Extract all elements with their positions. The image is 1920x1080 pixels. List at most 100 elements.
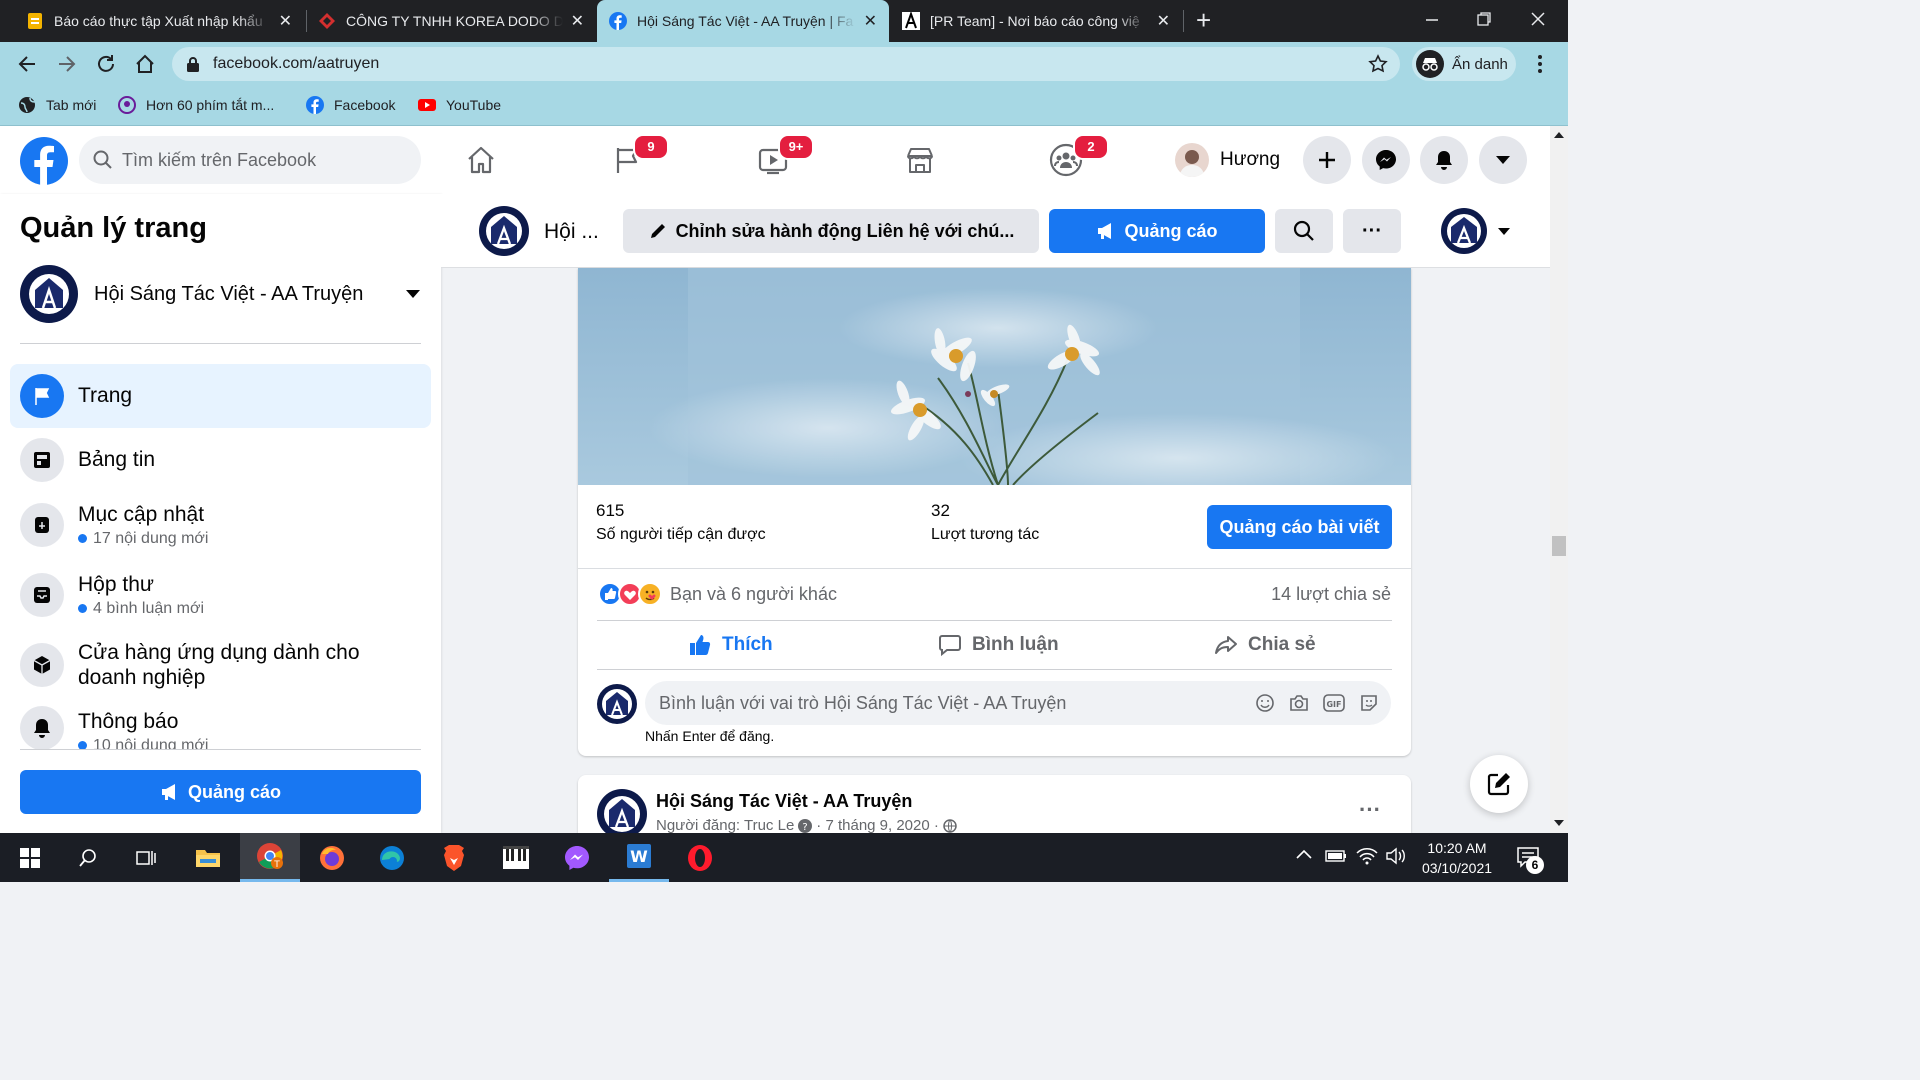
bookmark-tab-moi[interactable]: Tab mới	[18, 94, 96, 116]
like-button[interactable]: Thích	[688, 620, 773, 670]
chrome-menu-icon[interactable]	[1536, 53, 1544, 75]
nav-groups[interactable]: 2	[1011, 126, 1121, 194]
comment-button[interactable]: Bình luận	[938, 620, 1059, 670]
caret-down-icon[interactable]	[1497, 227, 1511, 236]
action-center-button[interactable]: 6	[1516, 846, 1544, 874]
taskbar-search-button[interactable]	[58, 833, 118, 882]
gif-icon[interactable]: GIF	[1323, 693, 1345, 713]
incognito-icon	[1416, 50, 1444, 78]
page-switcher[interactable]: Hội Sáng Tác Việt - AA Truyện	[20, 264, 421, 324]
nav-home[interactable]	[426, 126, 536, 194]
sticker-icon[interactable]	[1359, 693, 1379, 713]
address-bar[interactable]: facebook.com/aatruyen	[172, 47, 1400, 81]
nav-pages[interactable]: 9	[573, 126, 683, 194]
sidebar-item-label: Thông báo	[78, 710, 179, 733]
nav-marketplace[interactable]	[865, 126, 975, 194]
piano-app-button[interactable]	[486, 833, 546, 882]
tab-pr-team[interactable]: [PR Team] - Nơi báo cáo công việ ✕	[890, 0, 1182, 42]
tab-hoi-sang-tac-viet[interactable]: Hội Sáng Tác Việt - AA Truyện | Fa ✕	[597, 0, 889, 42]
bookmark-phim-tat[interactable]: Hơn 60 phím tắt m...	[118, 94, 274, 116]
show-hidden-icons[interactable]	[1296, 849, 1312, 859]
tab-bao-cao[interactable]: Báo cáo thực tập Xuất nhập khẩu ✕	[14, 0, 304, 42]
share-button[interactable]: Chia sẻ	[1214, 620, 1316, 670]
chrome-taskbar-button[interactable]: T	[240, 833, 300, 882]
volume-icon[interactable]	[1385, 847, 1407, 865]
sidebar-item-bang-tin[interactable]: Bảng tin	[10, 428, 431, 492]
keyboard-site-icon	[118, 96, 136, 114]
help-icon[interactable]: ?	[798, 818, 813, 833]
messenger-button[interactable]	[1362, 136, 1410, 184]
new-message-button[interactable]	[1470, 755, 1528, 813]
restore-icon[interactable]	[1476, 11, 1492, 27]
post-more-button[interactable]: ···	[1359, 797, 1381, 823]
brave-taskbar-button[interactable]	[424, 833, 484, 882]
facebook-logo-icon[interactable]	[20, 137, 68, 185]
tab-close-icon[interactable]: ✕	[571, 11, 584, 31]
bookmark-youtube[interactable]: YouTube	[418, 94, 501, 116]
minimize-icon[interactable]	[1424, 12, 1440, 28]
tab-close-icon[interactable]: ✕	[279, 11, 292, 31]
sidebar-item-app-store[interactable]: Cửa hàng ứng dụng dành cho doanh nghiệp	[10, 634, 431, 696]
shares-count[interactable]: 14 lượt chia sẻ	[1271, 584, 1391, 605]
clock[interactable]: 10:20 AM 03/10/2021	[1414, 838, 1500, 878]
manage-page-sidebar: Quản lý trang Hội Sáng Tác Việt - AA Tru…	[0, 194, 441, 833]
post-image[interactable]: ~	[578, 268, 1411, 485]
word-taskbar-button[interactable]: W	[609, 833, 669, 882]
firefox-taskbar-button[interactable]	[302, 833, 362, 882]
back-icon[interactable]	[16, 53, 38, 75]
scrollbar-thumb[interactable]	[1552, 536, 1566, 556]
reload-icon[interactable]	[95, 53, 117, 75]
profile-shortcut[interactable]: Hương	[1175, 140, 1280, 180]
camera-icon[interactable]	[1289, 693, 1309, 713]
sidebar-item-trang[interactable]: Trang	[10, 364, 431, 428]
fb-search-input[interactable]: Tìm kiếm trên Facebook	[79, 136, 421, 184]
messenger-taskbar-button[interactable]	[547, 833, 607, 882]
start-button[interactable]	[0, 833, 60, 882]
emoji-icon[interactable]	[1255, 693, 1275, 713]
new-tab-button[interactable]: +	[1196, 6, 1211, 34]
page-avatar[interactable]	[597, 789, 647, 839]
post-date[interactable]: 7 tháng 9, 2020	[825, 817, 929, 834]
create-button[interactable]	[1303, 136, 1351, 184]
nav-watch[interactable]: 9+	[718, 126, 828, 194]
forward-icon[interactable]	[56, 53, 78, 75]
opera-taskbar-button[interactable]	[670, 833, 730, 882]
edge-icon	[378, 844, 406, 872]
tab-korea-dodo[interactable]: CÔNG TY TNHH KOREA DODO D ✕	[306, 0, 596, 42]
comment-input[interactable]: Bình luận với vai trò Hội Sáng Tác Việt …	[645, 681, 1391, 725]
sidebar-ad-button[interactable]: Quảng cáo	[20, 770, 421, 814]
edit-contact-action-button[interactable]: Chỉnh sửa hành động Liên hệ với chú...	[623, 209, 1039, 253]
post-author[interactable]: Hội Sáng Tác Việt - AA Truyện	[656, 791, 912, 812]
notifications-button[interactable]	[1420, 136, 1468, 184]
page-avatar	[20, 265, 78, 323]
tab-close-icon[interactable]: ✕	[1157, 11, 1170, 31]
page-scrollbar[interactable]	[1550, 126, 1568, 833]
enter-hint: Nhấn Enter để đăng.	[645, 728, 775, 744]
incognito-profile-button[interactable]: Ẩn danh	[1412, 47, 1516, 81]
megaphone-icon	[160, 783, 180, 801]
sidebar-item-hop-thu[interactable]: Hộp thư 4 bình luận mới	[10, 562, 431, 628]
sidebar-item-thong-bao[interactable]: Thông báo 10 nội dung mới	[10, 706, 431, 749]
bookmark-star-icon[interactable]	[1368, 54, 1388, 74]
scroll-down-icon[interactable]	[1554, 820, 1564, 826]
account-menu-button[interactable]	[1479, 136, 1527, 184]
battery-icon[interactable]	[1325, 849, 1347, 863]
tab-close-icon[interactable]: ✕	[864, 11, 877, 31]
bookmark-facebook[interactable]: Facebook	[306, 94, 395, 116]
sidebar-item-muc-cap-nhat[interactable]: Mục cập nhật 17 nội dung mới	[10, 492, 431, 558]
task-view-button[interactable]	[116, 833, 176, 882]
page-search-button[interactable]	[1275, 209, 1333, 253]
wifi-icon[interactable]	[1356, 847, 1378, 865]
reactions-summary[interactable]: Bạn và 6 người khác	[598, 582, 837, 606]
home-icon[interactable]	[134, 53, 156, 75]
acting-as-avatar[interactable]	[1441, 208, 1487, 254]
file-explorer-button[interactable]	[178, 833, 238, 882]
edge-taskbar-button[interactable]	[362, 833, 422, 882]
browser-tab-strip: Báo cáo thực tập Xuất nhập khẩu ✕ CÔNG T…	[0, 0, 1568, 42]
page-avatar[interactable]	[479, 206, 529, 256]
page-more-button[interactable]: ···	[1343, 209, 1401, 253]
page-ad-button[interactable]: Quảng cáo	[1049, 209, 1265, 253]
boost-post-button[interactable]: Quảng cáo bài viết	[1207, 505, 1392, 549]
scroll-up-icon[interactable]	[1554, 132, 1564, 138]
close-window-icon[interactable]	[1530, 11, 1546, 27]
